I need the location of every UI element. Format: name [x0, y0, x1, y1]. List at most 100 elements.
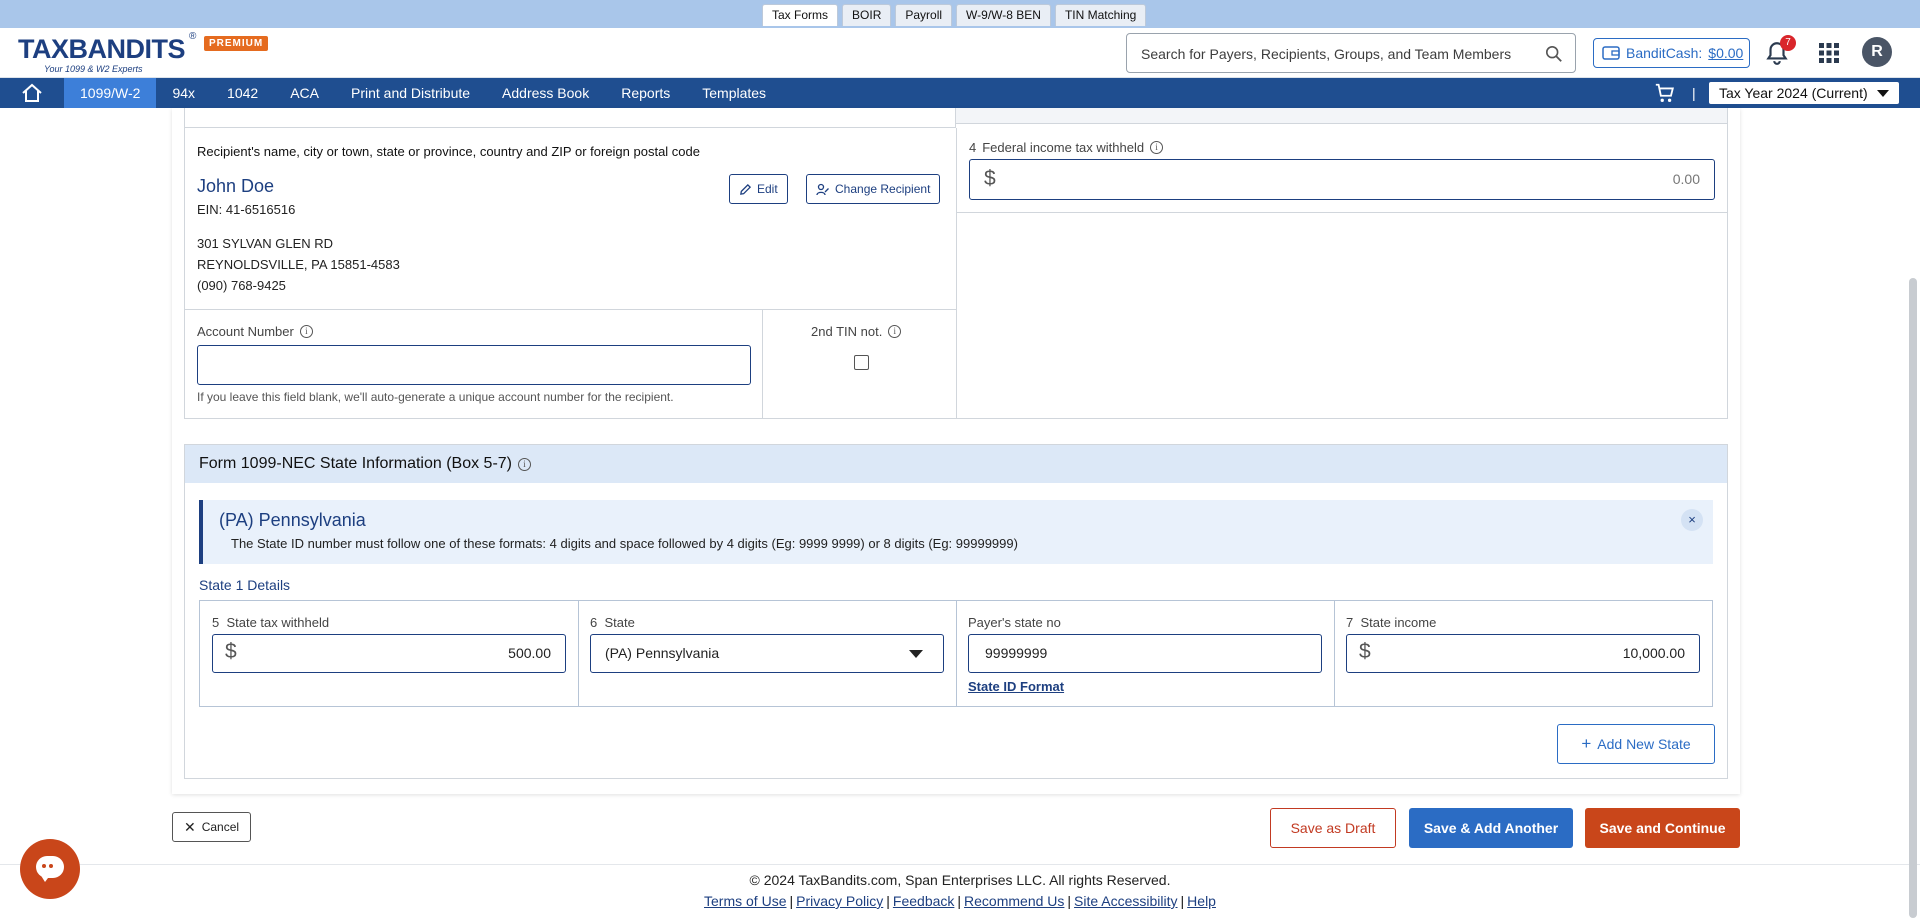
banner-title: (PA) Pennsylvania	[219, 510, 366, 530]
save-and-continue-button[interactable]: Save and Continue	[1585, 808, 1740, 848]
edit-label: Edit	[757, 182, 778, 196]
footer-links: Terms of Use | Privacy Policy | Feedback | Rec…	[0, 893, 1920, 909]
payer-state-no-input[interactable]: 99999999	[968, 634, 1322, 673]
divider	[185, 309, 956, 310]
bandit-cash-button[interactable]: BanditCash: $0.00	[1593, 38, 1750, 68]
apps-grid-icon[interactable]	[1818, 42, 1840, 64]
state-tax-withheld-input[interactable]: $ 500.00	[212, 634, 566, 673]
nav-item-print-distribute[interactable]: Print and Distribute	[335, 78, 486, 108]
divider	[762, 309, 763, 418]
nav-item-templates[interactable]: Templates	[686, 78, 782, 108]
box-number: 7	[1346, 615, 1354, 630]
state-select-value: (PA) Pennsylvania	[605, 645, 720, 661]
cart-icon[interactable]	[1654, 82, 1676, 104]
info-icon[interactable]: i	[518, 457, 532, 471]
info-icon[interactable]: i	[888, 325, 902, 338]
change-recipient-button[interactable]: Change Recipient	[806, 174, 941, 204]
federal-tax-label: 4 Federal income tax withheld i	[969, 140, 1164, 155]
footer-link-privacy[interactable]: Privacy Policy	[796, 893, 883, 909]
close-icon[interactable]: ×	[1681, 509, 1703, 531]
state-income-column: 7 State income $ 10,000.00	[1334, 601, 1712, 706]
user-edit-icon	[816, 183, 829, 195]
chevron-down-icon	[909, 650, 923, 658]
add-new-state-label: Add New State	[1597, 736, 1691, 752]
state-column: 6 State (PA) Pennsylvania	[578, 601, 956, 706]
tab-payroll[interactable]: Payroll	[895, 4, 953, 26]
link-separator: |	[789, 893, 794, 909]
premium-badge: PREMIUM	[204, 36, 269, 51]
edit-recipient-button[interactable]: Edit	[729, 174, 788, 204]
recipient-section: Recipient's name, city or town, state or…	[184, 108, 1728, 419]
global-search	[1126, 33, 1576, 73]
dollar-sign: $	[225, 640, 237, 663]
nav-item-reports[interactable]: Reports	[605, 78, 686, 108]
chat-icon-tail	[40, 874, 51, 882]
second-tin-checkbox[interactable]	[854, 355, 869, 370]
dollar-sign: $	[984, 167, 996, 190]
footer-link-feedback[interactable]: Feedback	[893, 893, 954, 909]
footer-link-recommend[interactable]: Recommend Us	[964, 893, 1064, 909]
tab-w9-w8ben[interactable]: W-9/W-8 BEN	[956, 4, 1051, 26]
state-label: 6 State	[590, 615, 635, 630]
footer-link-terms[interactable]: Terms of Use	[704, 893, 786, 909]
taxbandits-logo[interactable]: TAXBANDITS ® Your 1099 & W2 Experts PREM…	[18, 31, 278, 74]
pencil-icon	[740, 183, 752, 195]
recipient-section-label: Recipient's name, city or town, state or…	[197, 144, 700, 159]
nav-item-aca[interactable]: ACA	[274, 78, 335, 108]
box-number: 5	[212, 615, 220, 630]
logo-tagline: Your 1099 & W2 Experts	[44, 64, 143, 74]
state-income-label: 7 State income	[1346, 615, 1436, 630]
nav-separator: |	[1692, 85, 1696, 101]
label-text: State income	[1360, 615, 1437, 630]
logo-wordmark: TAXBANDITS	[18, 34, 185, 65]
cancel-label: Cancel	[201, 820, 240, 834]
tab-tin-matching[interactable]: TIN Matching	[1054, 4, 1147, 26]
footer-link-help[interactable]: Help	[1187, 893, 1216, 909]
search-icon[interactable]	[1545, 45, 1563, 63]
link-separator: |	[1067, 893, 1072, 909]
close-icon: ✕	[183, 818, 196, 835]
nav-item-1099-w2[interactable]: 1099/W-2	[64, 78, 157, 108]
bandit-cash-label: BanditCash:	[1626, 45, 1703, 61]
home-button[interactable]	[0, 78, 64, 108]
payer-state-no-column: Payer's state no 99999999 State ID Forma…	[956, 601, 1334, 706]
save-as-draft-button[interactable]: Save as Draft	[1270, 808, 1396, 848]
second-tin-label-text: 2nd TIN not.	[811, 324, 883, 339]
cancel-button[interactable]: ✕ Cancel	[172, 812, 251, 842]
federal-tax-withheld-input[interactable]: $ 0.00	[969, 159, 1715, 200]
nav-item-address-book[interactable]: Address Book	[486, 78, 605, 108]
label-text: State tax withheld	[226, 615, 330, 630]
account-number-input[interactable]	[197, 345, 751, 385]
bandit-cash-amount: $0.00	[1708, 45, 1744, 61]
state-information-section: Form 1099-NEC State Information (Box 5-7…	[184, 444, 1728, 779]
user-avatar[interactable]: R	[1862, 37, 1892, 67]
info-icon[interactable]: i	[1150, 141, 1164, 154]
add-new-state-button[interactable]: + Add New State	[1557, 724, 1715, 764]
logo-text-bandits: BANDITS	[68, 34, 186, 64]
account-number-label-text: Account Number	[197, 324, 294, 339]
footer-link-accessibility[interactable]: Site Accessibility	[1074, 893, 1177, 909]
state-income-input[interactable]: $ 10,000.00	[1346, 634, 1700, 673]
state-tax-value: 500.00	[508, 645, 551, 661]
state-format-banner: (PA) Pennsylvania The State ID number mu…	[199, 500, 1713, 564]
recipient-top-strip	[185, 108, 956, 128]
footer-divider	[0, 864, 1920, 865]
save-add-another-button[interactable]: Save & Add Another	[1409, 808, 1573, 848]
tab-boir[interactable]: BOIR	[842, 4, 892, 26]
chat-support-button[interactable]	[20, 839, 80, 899]
info-icon[interactable]: i	[299, 325, 313, 338]
logo-text-tax: TAX	[18, 34, 69, 64]
tax-year-select[interactable]: Tax Year 2024 (Current)	[1709, 82, 1899, 104]
nav-item-94x[interactable]: 94x	[156, 78, 211, 108]
page-scrollbar[interactable]	[1909, 278, 1917, 918]
state-select[interactable]: (PA) Pennsylvania	[590, 634, 944, 673]
dollar-sign: $	[1359, 640, 1371, 663]
tax-year-value: Tax Year 2024 (Current)	[1719, 85, 1868, 101]
federal-box-number: 4	[969, 140, 977, 155]
state-id-format-link[interactable]: State ID Format	[968, 679, 1064, 694]
search-input[interactable]	[1141, 43, 1531, 65]
nav-item-1042[interactable]: 1042	[211, 78, 274, 108]
registered-mark: ®	[189, 31, 197, 42]
tab-tax-forms[interactable]: Tax Forms	[762, 4, 839, 26]
recipient-phone: (090) 768-9425	[197, 278, 286, 293]
